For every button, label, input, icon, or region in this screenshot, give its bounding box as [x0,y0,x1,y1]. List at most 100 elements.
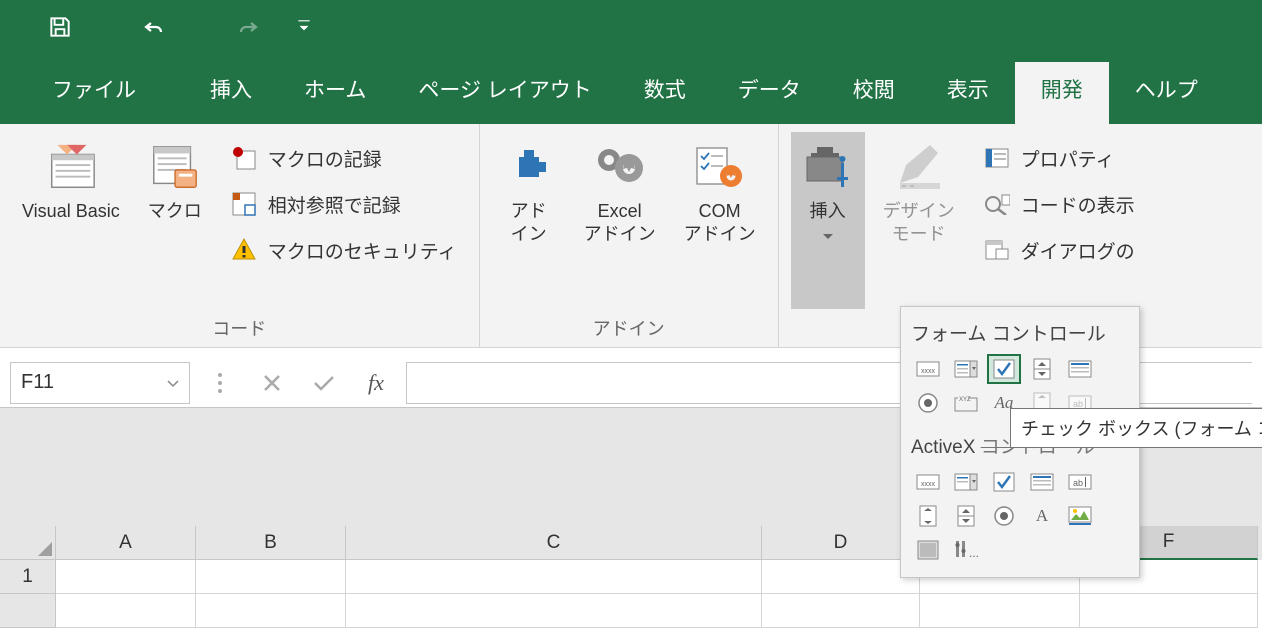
tab-formulas[interactable]: 数式 [618,62,712,124]
form-listbox-control[interactable] [1063,354,1097,384]
cell[interactable] [196,560,346,594]
activex-textbox-control[interactable]: ab [1063,467,1097,497]
cell[interactable] [920,594,1080,628]
properties-label: プロパティ [1021,145,1115,172]
run-dialog-label: ダイアログの [1021,237,1135,264]
relative-reference-icon [230,190,258,218]
quick-access-toolbar [0,0,1262,54]
addins-icon [502,140,556,194]
form-controls-title: フォーム コントロール [911,315,1129,354]
activex-label-control[interactable]: A [1025,501,1059,531]
insert-controls-icon [801,140,855,194]
macro-security-label: マクロのセキュリティ [268,237,457,264]
activex-button-control[interactable]: xxxx [911,467,945,497]
column-header-C[interactable]: C [346,526,762,560]
record-macro-button[interactable]: マクロの記録 [220,138,467,178]
excel-addins-button[interactable]: Excel アドイン [574,132,666,309]
tab-page-layout[interactable]: ページ レイアウト [392,62,617,124]
relative-reference-button[interactable]: 相対参照で記録 [220,184,467,224]
design-mode-button[interactable]: デザイン モード [873,132,965,309]
cell[interactable] [196,594,346,628]
svg-text:xxxx: xxxx [921,368,936,375]
activex-image-control[interactable] [1063,501,1097,531]
record-macro-icon [230,144,258,172]
macros-icon [148,140,202,194]
com-addins-label: COM アドイン [684,200,756,247]
macro-security-icon [230,236,258,264]
com-addins-button[interactable]: COM アドイン [674,132,766,309]
activex-controls-grid: xxxx ab A ... [911,467,1129,565]
cell[interactable] [1080,594,1258,628]
macro-security-button[interactable]: マクロのセキュリティ [220,230,467,270]
options-icon[interactable] [204,367,236,399]
cell[interactable] [762,560,920,594]
tab-view[interactable]: 表示 [921,62,1015,124]
activex-togglebutton-control[interactable] [911,535,945,565]
activex-listbox-control[interactable] [1025,467,1059,497]
ribbon-group-addins: アド イン Excel アドイン COM アドイン アドイン [480,124,779,347]
undo-button[interactable] [138,11,170,43]
form-combobox-control[interactable] [949,354,983,384]
com-addins-icon [693,140,747,194]
tab-review[interactable]: 校閲 [827,62,921,124]
cancel-formula-button[interactable] [256,367,288,399]
select-all-corner[interactable] [0,526,56,560]
column-header-A[interactable]: A [56,526,196,560]
cell[interactable] [56,594,196,628]
form-spinner-control[interactable] [1025,354,1059,384]
run-dialog-button[interactable]: ダイアログの [973,230,1145,270]
form-groupbox-control[interactable]: XYZ [949,388,983,418]
tab-file[interactable]: ファイル [26,62,162,124]
activex-optionbutton-control[interactable] [987,501,1021,531]
cell[interactable] [346,560,762,594]
activex-more-controls[interactable]: ... [949,535,983,565]
activex-checkbox-control[interactable] [987,467,1021,497]
macros-button[interactable]: マクロ [138,132,212,309]
activex-combobox-control[interactable] [949,467,983,497]
view-code-icon [983,190,1011,218]
properties-button[interactable]: プロパティ [973,138,1145,178]
row-header[interactable] [0,594,56,628]
group-addins-label: アドイン [492,309,766,343]
column-header-D[interactable]: D [762,526,920,560]
tab-insert[interactable]: 挿入 [184,62,278,124]
tab-help[interactable]: ヘルプ [1109,62,1224,124]
row-header-1[interactable]: 1 [0,560,56,594]
enter-formula-button[interactable] [308,367,340,399]
view-code-button[interactable]: コードの表示 [973,184,1145,224]
insert-function-button[interactable]: fx [360,367,392,399]
svg-text:ab: ab [1073,478,1083,488]
redo-button[interactable] [232,11,264,43]
insert-controls-button[interactable]: 挿入 [791,132,865,309]
name-box-value: F11 [21,371,54,394]
form-button-control[interactable]: xxxx [911,354,945,384]
name-box-dropdown-icon[interactable] [167,371,179,394]
cell[interactable] [346,594,762,628]
cell[interactable] [56,560,196,594]
cell[interactable] [762,594,920,628]
macros-label: マクロ [148,200,202,223]
save-button[interactable] [44,11,76,43]
activex-scrollbar-control[interactable] [911,501,945,531]
addins-button[interactable]: アド イン [492,132,566,309]
activex-spinner-control[interactable] [949,501,983,531]
form-checkbox-control[interactable] [987,354,1021,384]
name-box[interactable]: F11 [10,362,190,404]
visual-basic-button[interactable]: Visual Basic [12,132,130,309]
run-dialog-icon [983,236,1011,264]
svg-text:XYZ: XYZ [959,397,971,403]
design-mode-label: デザイン モード [883,200,955,247]
qat-customize-dropdown[interactable] [296,11,312,43]
tab-developer[interactable]: 開発 [1015,62,1109,124]
relative-reference-label: 相対参照で記録 [268,191,401,218]
visual-basic-label: Visual Basic [22,200,120,223]
tab-home[interactable]: ホーム [278,62,392,124]
excel-addins-icon [593,140,647,194]
column-header-B[interactable]: B [196,526,346,560]
addins-label: アド イン [511,200,547,247]
form-optionbutton-control[interactable] [911,388,945,418]
design-mode-icon [892,140,946,194]
formula-buttons: fx [204,367,392,399]
tab-data[interactable]: データ [712,62,827,124]
grid-row [0,594,1262,628]
